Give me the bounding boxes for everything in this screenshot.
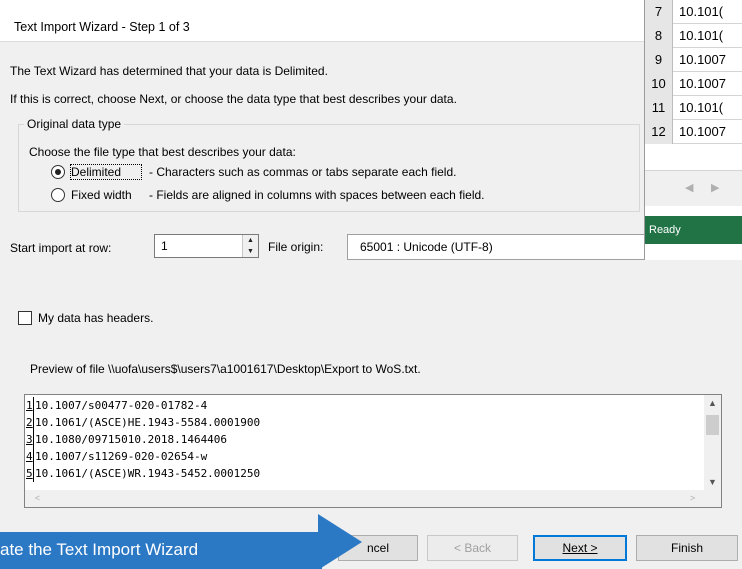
preview-line-number: 1: [26, 397, 34, 414]
spinner-arrows[interactable]: ▲ ▼: [242, 235, 258, 257]
preview-line: 1 10.1007/s00477-020-01782-4: [25, 397, 260, 414]
spinner-down-icon[interactable]: ▼: [243, 246, 258, 257]
next-button[interactable]: Next >: [533, 535, 627, 561]
excel-cell: 10.101(: [679, 4, 724, 19]
preview-line-text: 10.1080/09715010.2018.1464406: [35, 433, 228, 446]
scroll-right-icon[interactable]: >: [684, 490, 701, 507]
headers-checkbox-label[interactable]: My data has headers.: [38, 311, 153, 325]
start-row-spinner[interactable]: 1 ▲ ▼: [154, 234, 259, 258]
title-bar: Text Import Wizard - Step 1 of 3: [0, 0, 742, 42]
headers-checkbox[interactable]: [18, 311, 32, 325]
excel-row: 8 10.101(: [645, 24, 742, 48]
excel-row-header: 8: [645, 24, 673, 48]
excel-row-header: 7: [645, 0, 673, 24]
excel-row-header: 9: [645, 48, 673, 72]
dialog-title: Text Import Wizard - Step 1 of 3: [14, 20, 190, 34]
annotation-banner-text: ate the Text Import Wizard: [0, 540, 199, 559]
scroll-left-icon[interactable]: <: [29, 490, 46, 507]
start-row-value[interactable]: 1: [161, 239, 168, 253]
preview-line-text: 10.1061/(ASCE)WR.1943-5452.0001250: [35, 467, 261, 480]
file-origin-label: File origin:: [268, 240, 324, 254]
preview-horizontal-scrollbar[interactable]: < >: [25, 490, 721, 507]
preview-vertical-scrollbar[interactable]: ▲ ▼: [704, 395, 721, 491]
preview-lines: 1 10.1007/s00477-020-01782-4 2 10.1061/(AS…: [25, 397, 260, 482]
excel-cell: 10.101(: [679, 100, 724, 115]
excel-sheet-nav: ◀ ▶: [645, 170, 742, 206]
excel-row: 9 10.1007: [645, 48, 742, 72]
excel-cell: 10.101(: [679, 28, 724, 43]
radio-label-fixed-width[interactable]: Fixed width: [71, 188, 141, 202]
intro-line-1: The Text Wizard has determined that your…: [10, 64, 328, 78]
preview-line-number: 3: [26, 431, 34, 448]
start-import-row-label: Start import at row:: [10, 241, 112, 255]
excel-row-header: 12: [645, 120, 673, 144]
preview-line-number: 4: [26, 448, 34, 465]
excel-row: 12 10.1007: [645, 120, 742, 144]
excel-row-header: 10: [645, 72, 673, 96]
excel-sheet-background: 7 10.101( 8 10.101( 9 10.1007 10 10.1007 11 1…: [644, 0, 742, 260]
sheet-prev-icon: ◀: [685, 182, 694, 194]
original-data-type-group: Choose the file type that best describes…: [18, 124, 640, 212]
radio-label-delimited[interactable]: Delimited: [70, 164, 142, 180]
intro-line-2: If this is correct, choose Next, or choo…: [10, 92, 457, 106]
radio-description-delimited: - Characters such as commas or tabs sepa…: [149, 165, 457, 179]
preview-line: 5 10.1061/(ASCE)WR.1943-5452.0001250: [25, 465, 260, 482]
radio-button-delimited[interactable]: [51, 165, 65, 179]
scroll-down-icon[interactable]: ▼: [704, 474, 721, 491]
preview-line: 2 10.1061/(ASCE)HE.1943-5584.0001900: [25, 414, 260, 431]
excel-cell: 10.1007: [679, 76, 726, 91]
preview-line-text: 10.1007/s00477-020-01782-4: [35, 399, 208, 412]
spinner-up-icon[interactable]: ▲: [243, 235, 258, 246]
file-origin-value[interactable]: 65001 : Unicode (UTF-8): [360, 240, 493, 254]
radio-fixed-width[interactable]: Fixed width - Fields are aligned in colu…: [51, 186, 485, 204]
preview-line: 3 10.1080/09715010.2018.1464406: [25, 431, 260, 448]
headers-checkbox-row[interactable]: My data has headers.: [18, 311, 153, 325]
preview-line-number: 5: [26, 465, 34, 482]
radio-delimited[interactable]: Delimited - Characters such as commas or…: [51, 163, 456, 181]
sheet-next-icon: ▶: [711, 182, 720, 194]
file-preview[interactable]: 1 10.1007/s00477-020-01782-4 2 10.1061/(AS…: [24, 394, 722, 508]
radio-button-fixed-width[interactable]: [51, 188, 65, 202]
finish-button[interactable]: Finish: [636, 535, 738, 561]
file-type-prompt: Choose the file type that best describes…: [29, 145, 296, 159]
excel-row: 11 10.101(: [645, 96, 742, 120]
excel-row: 7 10.101(: [645, 0, 742, 24]
back-button[interactable]: < Back: [427, 535, 518, 561]
text-import-wizard-dialog: Text Import Wizard - Step 1 of 3 The Tex…: [0, 0, 742, 569]
next-button-label[interactable]: Next >: [562, 541, 597, 555]
group-title: Original data type: [24, 117, 125, 131]
excel-cell: 10.1007: [679, 124, 726, 139]
preview-line-text: 10.1007/s11269-020-02654-w: [35, 450, 208, 463]
excel-row-header: 11: [645, 96, 673, 120]
annotation-arrow: [318, 514, 362, 569]
preview-label: Preview of file \\uofa\users$\users7\a10…: [30, 362, 421, 376]
preview-line-number: 2: [26, 414, 34, 431]
excel-status-bar: Ready: [645, 216, 742, 244]
excel-cell: 10.1007: [679, 52, 726, 67]
preview-line: 4 10.1007/s11269-020-02654-w: [25, 448, 260, 465]
preview-line-text: 10.1061/(ASCE)HE.1943-5584.0001900: [35, 416, 261, 429]
radio-description-fixed-width: - Fields are aligned in columns with spa…: [149, 188, 485, 202]
scroll-thumb[interactable]: [706, 415, 719, 435]
excel-row: 10 10.1007: [645, 72, 742, 96]
scroll-up-icon[interactable]: ▲: [704, 395, 721, 412]
